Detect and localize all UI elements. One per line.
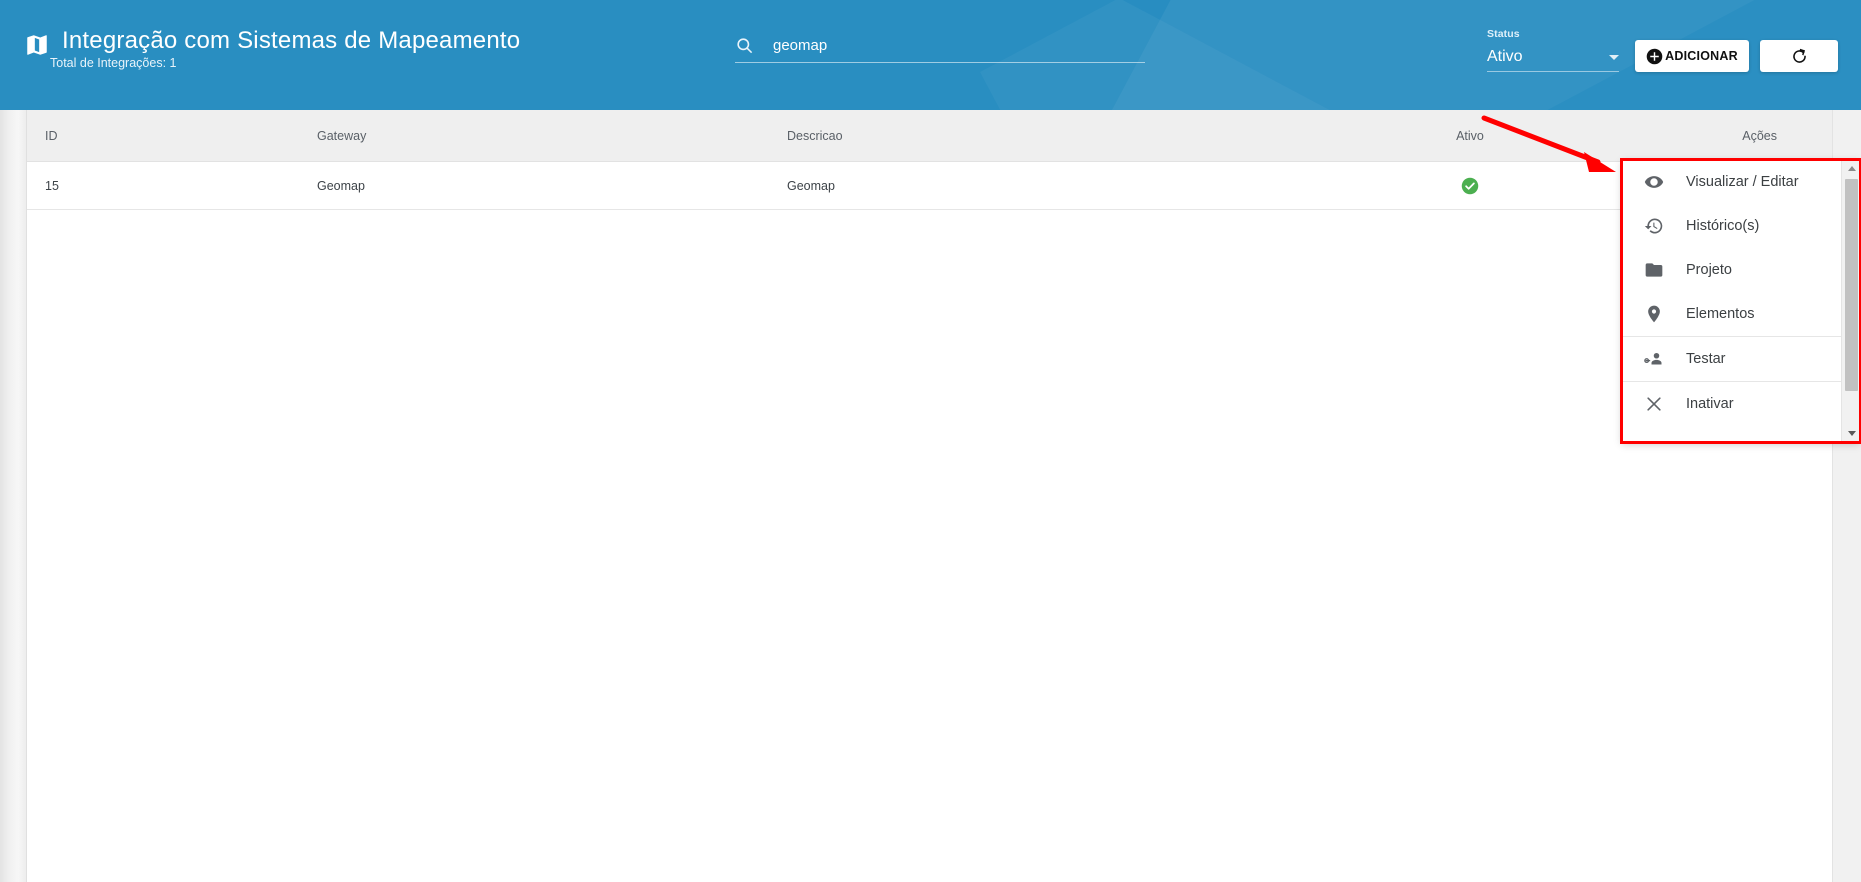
search-input[interactable] [773, 36, 1145, 55]
menu-item-elementos[interactable]: Elementos [1622, 292, 1841, 336]
menu-item-historico[interactable]: Histórico(s) [1622, 204, 1841, 248]
content-area: ID Gateway Descricao Ativo Ações 15 Geom… [27, 110, 1832, 882]
person-key-icon [1644, 349, 1664, 369]
cell-ativo [1335, 177, 1605, 195]
menu-item-testar[interactable]: Testar [1622, 337, 1841, 381]
cell-descricao: Geomap [787, 178, 835, 193]
page-title-block: Integração com Sistemas de Mapeamento [24, 26, 520, 58]
status-filter[interactable]: Status Ativo [1487, 28, 1619, 72]
chevron-down-icon [1609, 55, 1619, 60]
menu-item-label: Elementos [1686, 306, 1755, 322]
menu-item-inativar[interactable]: Inativar [1622, 382, 1841, 426]
column-header-id: ID [45, 128, 58, 143]
add-button-label: ADICIONAR [1665, 49, 1738, 63]
status-filter-value: Ativo [1487, 48, 1523, 65]
plus-circle-icon [1646, 48, 1663, 64]
map-icon [27, 35, 47, 55]
column-header-descricao: Descricao [787, 128, 843, 143]
menu-item-label: Histórico(s) [1686, 218, 1760, 234]
add-button[interactable]: ADICIONAR [1635, 40, 1749, 72]
location-pin-icon [1644, 304, 1664, 324]
menu-item-label: Projeto [1686, 262, 1732, 278]
menu-scrollbar[interactable] [1841, 160, 1860, 442]
column-header-gateway: Gateway [317, 128, 367, 143]
action-menu-list: Visualizar / Editar Histórico(s) Projeto… [1622, 160, 1841, 442]
search-field[interactable] [735, 36, 1145, 63]
search-icon [737, 38, 753, 54]
scroll-up-arrow-icon[interactable] [1842, 160, 1860, 177]
menu-item-label: Visualizar / Editar [1686, 174, 1799, 190]
scrollbar-thumb[interactable] [1845, 179, 1858, 391]
page-title: Integração com Sistemas de Mapeamento [62, 27, 521, 54]
left-edge-strip [0, 110, 27, 882]
column-header-acoes: Ações [1742, 128, 1777, 143]
scroll-down-arrow-icon[interactable] [1842, 425, 1860, 442]
history-icon [1644, 216, 1664, 236]
table-row[interactable]: 15 Geomap Geomap [27, 162, 1832, 210]
cell-gateway: Geomap [317, 178, 365, 193]
menu-item-projeto[interactable]: Projeto [1622, 248, 1841, 292]
refresh-button[interactable] [1760, 40, 1838, 72]
menu-item-label: Inativar [1686, 396, 1734, 412]
status-filter-label: Status [1487, 28, 1520, 40]
cell-id: 15 [45, 178, 59, 193]
app-root: Integração com Sistemas de Mapeamento To… [0, 0, 1861, 882]
status-filter-control[interactable]: Ativo [1487, 47, 1619, 72]
check-circle-icon [1461, 177, 1479, 194]
refresh-icon [1792, 48, 1806, 63]
menu-item-visualizar-editar[interactable]: Visualizar / Editar [1622, 160, 1841, 204]
table-header-row: ID Gateway Descricao Ativo Ações [27, 110, 1832, 162]
close-x-icon [1644, 394, 1664, 414]
page-subtitle: Total de Integrações: 1 [50, 56, 177, 70]
scrollbar-track[interactable] [1842, 177, 1860, 425]
column-header-ativo: Ativo [1456, 128, 1484, 143]
action-menu[interactable]: Visualizar / Editar Histórico(s) Projeto… [1622, 160, 1860, 442]
folder-icon [1644, 260, 1664, 280]
menu-item-label: Testar [1686, 351, 1726, 367]
eye-icon [1644, 172, 1664, 192]
